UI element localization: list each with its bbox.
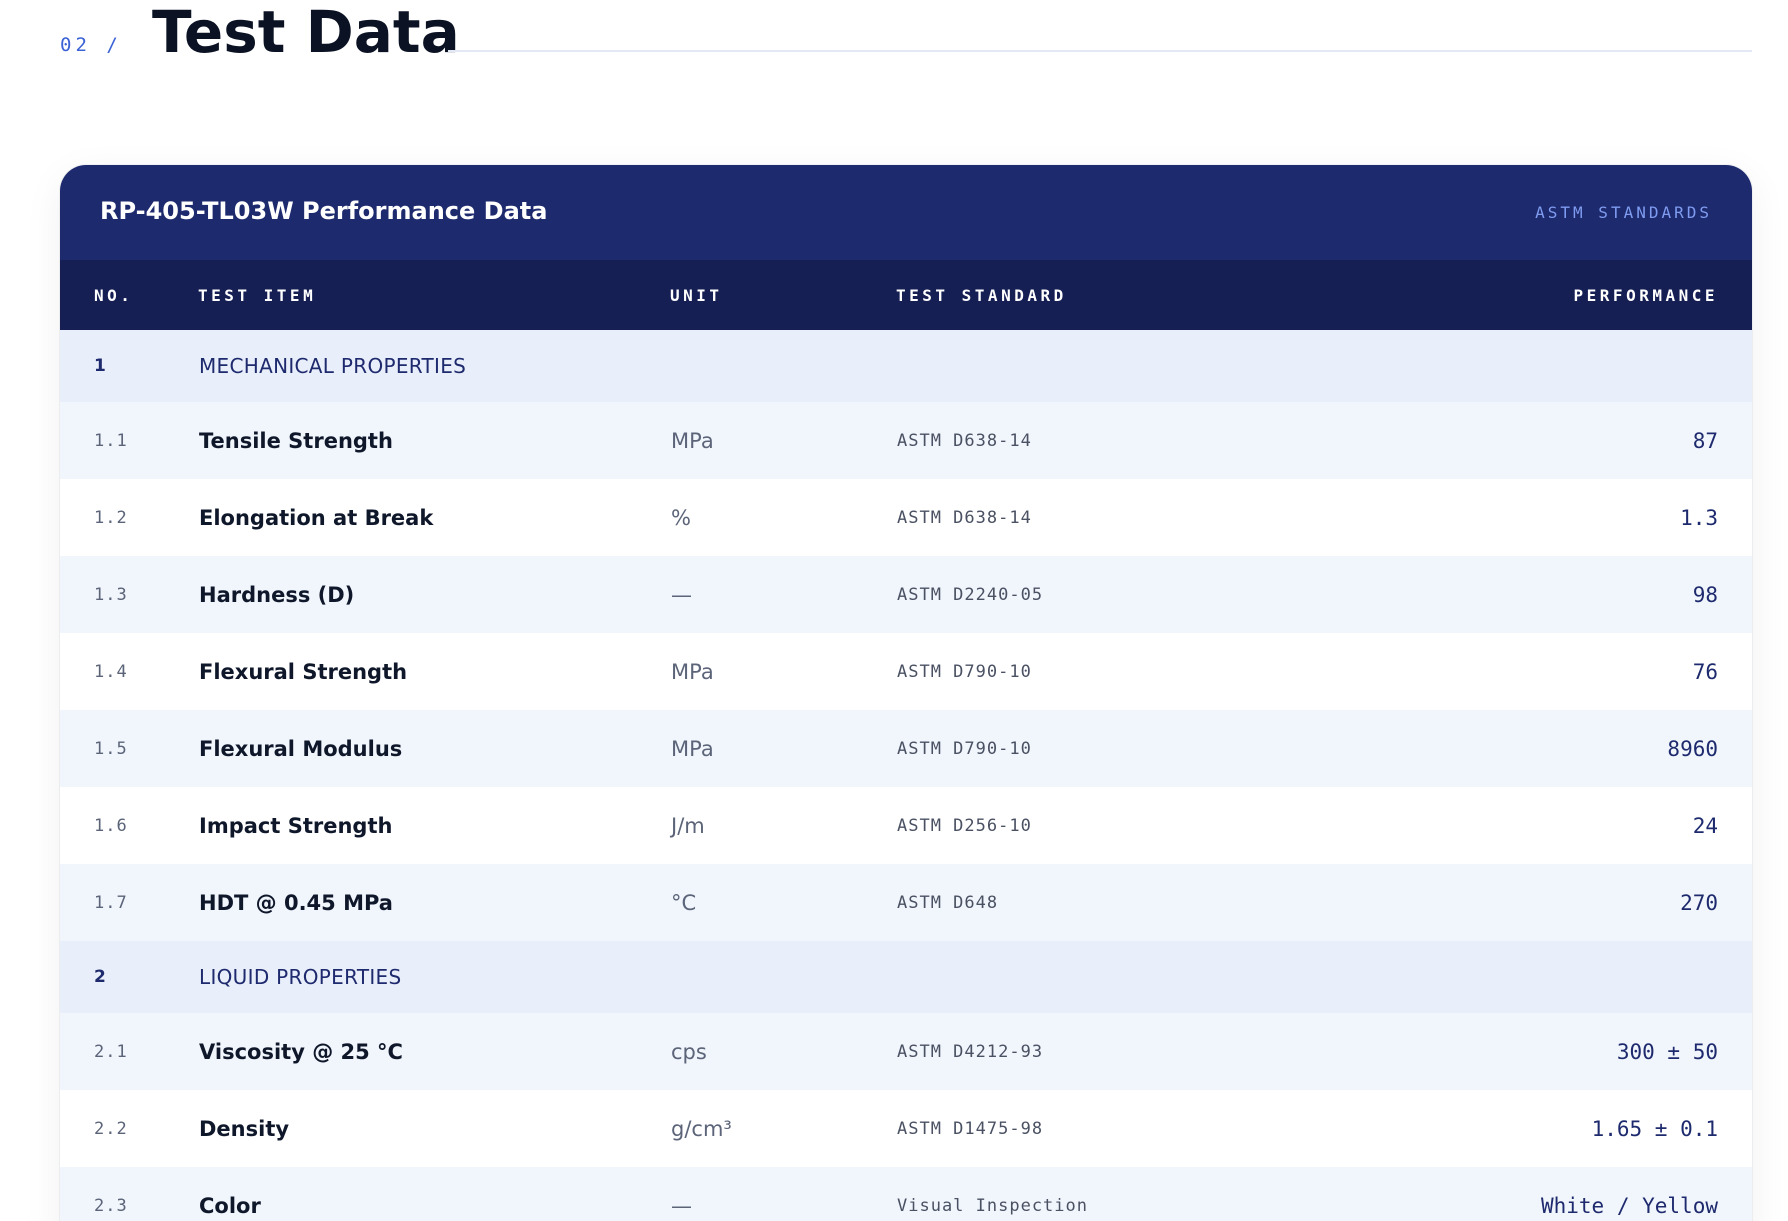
performance-value: White / Yellow: [1540, 1193, 1718, 1218]
test-item: Impact Strength: [199, 813, 393, 838]
table-row: 2.3 Color — Visual Inspection White / Ye…: [60, 1167, 1752, 1221]
test-standard: ASTM D648: [897, 892, 999, 913]
test-item: Hardness (D): [199, 582, 355, 607]
column-header-test-standard: TEST STANDARD: [896, 285, 1067, 305]
column-header-test-item: TEST ITEM: [198, 285, 317, 305]
row-number: 1.5: [94, 738, 128, 759]
row-number: 2.2: [94, 1118, 128, 1139]
table-row: 1.5 Flexural Modulus MPa ASTM D790-10 89…: [60, 710, 1752, 787]
performance-value: 76: [1692, 659, 1718, 684]
unit: —: [671, 1193, 692, 1218]
standards-tag: ASTM STANDARDS: [1535, 203, 1712, 222]
card-title: RP-405-TL03W Performance Data: [100, 197, 548, 225]
group-row-liquid: 2 LIQUID PROPERTIES: [60, 941, 1752, 1013]
row-number: 2.3: [94, 1195, 128, 1216]
performance-value: 1.3: [1680, 505, 1718, 530]
test-item: HDT @ 0.45 MPa: [199, 890, 393, 915]
test-standard: ASTM D638-14: [897, 507, 1032, 528]
test-standard: Visual Inspection: [897, 1195, 1088, 1216]
row-number: 1.4: [94, 661, 128, 682]
test-standard: ASTM D790-10: [897, 738, 1032, 759]
test-item: Flexural Strength: [199, 659, 408, 684]
unit: %: [671, 505, 691, 530]
test-standard: ASTM D2240-05: [897, 584, 1044, 605]
table-row: 1.3 Hardness (D) — ASTM D2240-05 98: [60, 556, 1752, 633]
row-number: 1.2: [94, 507, 128, 528]
table-row: 1.4 Flexural Strength MPa ASTM D790-10 7…: [60, 633, 1752, 710]
unit: MPa: [671, 428, 714, 453]
performance-value: 300 ± 50: [1616, 1039, 1718, 1064]
performance-value: 98: [1692, 582, 1718, 607]
test-item: Viscosity @ 25 °C: [199, 1039, 403, 1064]
performance-value: 1.65 ± 0.1: [1591, 1116, 1718, 1141]
column-header-unit: UNIT: [670, 285, 723, 305]
row-number: 2.1: [94, 1041, 128, 1062]
performance-card: RP-405-TL03W Performance Data ASTM STAND…: [60, 165, 1752, 1221]
unit: cps: [671, 1039, 707, 1064]
section-divider: [448, 50, 1752, 52]
unit: MPa: [671, 736, 714, 761]
group-label: LIQUID PROPERTIES: [199, 965, 402, 989]
test-standard: ASTM D256-10: [897, 815, 1032, 836]
group-row-mechanical: 1 MECHANICAL PROPERTIES: [60, 330, 1752, 402]
test-item: Elongation at Break: [199, 505, 434, 530]
performance-value: 8960: [1667, 736, 1718, 761]
table-row: 1.6 Impact Strength J/m ASTM D256-10 24: [60, 787, 1752, 864]
unit: J/m: [671, 813, 705, 838]
test-standard: ASTM D638-14: [897, 430, 1032, 451]
group-number: 2: [94, 967, 106, 987]
performance-value: 24: [1692, 813, 1718, 838]
column-header-no: NO.: [94, 285, 134, 305]
performance-table: NO. TEST ITEM UNIT TEST STANDARD PERFORM…: [60, 260, 1752, 1221]
column-header-performance: PERFORMANCE: [1573, 285, 1718, 305]
table-row: 1.1 Tensile Strength MPa ASTM D638-14 87: [60, 402, 1752, 479]
test-item: Color: [199, 1193, 261, 1218]
section-number: 02 /: [60, 34, 122, 56]
group-label: MECHANICAL PROPERTIES: [199, 354, 467, 378]
table-row: 1.2 Elongation at Break % ASTM D638-14 1…: [60, 479, 1752, 556]
table-row: 2.2 Density g/cm³ ASTM D1475-98 1.65 ± 0…: [60, 1090, 1752, 1167]
test-standard: ASTM D1475-98: [897, 1118, 1044, 1139]
group-number: 1: [94, 356, 106, 376]
unit: —: [671, 582, 692, 607]
test-standard: ASTM D4212-93: [897, 1041, 1044, 1062]
test-standard: ASTM D790-10: [897, 661, 1032, 682]
section-header: 02 / Test Data: [60, 0, 1752, 80]
test-item: Flexural Modulus: [199, 736, 403, 761]
unit: MPa: [671, 659, 714, 684]
card-header: RP-405-TL03W Performance Data ASTM STAND…: [60, 165, 1752, 260]
table-row: 2.1 Viscosity @ 25 °C cps ASTM D4212-93 …: [60, 1013, 1752, 1090]
row-number: 1.6: [94, 815, 128, 836]
performance-value: 270: [1680, 890, 1718, 915]
test-item: Tensile Strength: [199, 428, 393, 453]
page: 02 / Test Data RP-405-TL03W Performance …: [0, 0, 1788, 1221]
section-title: Test Data: [152, 0, 460, 66]
performance-value: 87: [1692, 428, 1718, 453]
row-number: 1.1: [94, 430, 128, 451]
row-number: 1.7: [94, 892, 128, 913]
table-header-row: NO. TEST ITEM UNIT TEST STANDARD PERFORM…: [60, 260, 1752, 330]
unit: g/cm³: [671, 1116, 732, 1141]
row-number: 1.3: [94, 584, 128, 605]
unit: °C: [671, 890, 697, 915]
test-item: Density: [199, 1116, 290, 1141]
table-row: 1.7 HDT @ 0.45 MPa °C ASTM D648 270: [60, 864, 1752, 941]
